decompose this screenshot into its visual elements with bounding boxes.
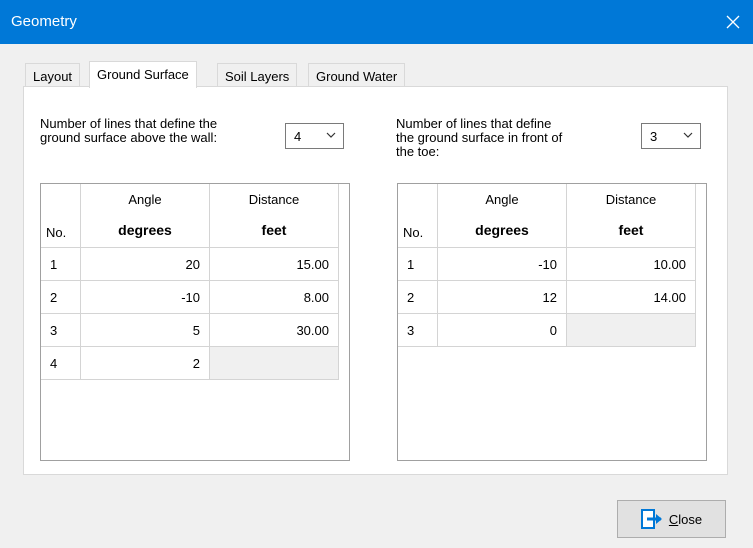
table-row-no: 2: [398, 281, 438, 314]
table-row-no: 1: [398, 248, 438, 281]
window-close-button[interactable]: [713, 0, 753, 44]
header-no-label: No.: [403, 225, 424, 240]
header-distance-label: Distance: [605, 192, 657, 207]
chevron-down-icon: [326, 132, 336, 138]
close-button[interactable]: Close: [617, 500, 726, 538]
right-count-value: 3: [650, 129, 658, 144]
header-distance-unit: feet: [261, 222, 287, 238]
header-angle-unit: degrees: [475, 222, 529, 238]
grid-header-angle: Angle degrees: [81, 184, 210, 248]
header-angle-label: Angle: [128, 192, 162, 207]
distance-cell[interactable]: 15.00: [210, 248, 339, 281]
distance-cell[interactable]: 10.00: [567, 248, 696, 281]
table-row-no: 1: [41, 248, 81, 281]
left-grid[interactable]: No. Angle degrees Distance feet 1 20 15.…: [40, 183, 350, 461]
left-count-label: Number of lines that define the ground s…: [40, 117, 217, 145]
distance-cell-disabled: [567, 314, 696, 347]
angle-cell[interactable]: 12: [438, 281, 567, 314]
tab-soil-layers[interactable]: Soil Layers: [217, 63, 298, 87]
right-grid[interactable]: No. Angle degrees Distance feet 1 -10 10…: [397, 183, 707, 461]
tab-ground-water[interactable]: Ground Water: [308, 63, 406, 87]
grid-header-distance: Distance feet: [567, 184, 696, 248]
left-count-value: 4: [294, 129, 302, 144]
angle-cell[interactable]: 0: [438, 314, 567, 347]
window-title: Geometry: [11, 13, 77, 30]
header-angle-label: Angle: [485, 192, 519, 207]
right-count-label-line2: the ground surface in front of: [396, 130, 563, 145]
table-row-no: 3: [41, 314, 81, 347]
grid-header-distance: Distance feet: [210, 184, 339, 248]
header-angle-unit: degrees: [118, 222, 172, 238]
grid-header-angle: Angle degrees: [438, 184, 567, 248]
right-count-label-line1: Number of lines that define: [396, 116, 552, 131]
tab-layout[interactable]: Layout: [25, 63, 81, 87]
table-row-no: 3: [398, 314, 438, 347]
close-button-label: Close: [669, 512, 702, 527]
angle-cell[interactable]: -10: [438, 248, 567, 281]
angle-cell[interactable]: -10: [81, 281, 210, 314]
angle-cell[interactable]: 20: [81, 248, 210, 281]
grid-header-no: No.: [398, 184, 438, 248]
table-row-no: 2: [41, 281, 81, 314]
left-count-label-line2: ground surface above the wall:: [40, 130, 218, 145]
title-bar: Geometry: [0, 0, 753, 44]
distance-cell-disabled: [210, 347, 339, 380]
angle-cell[interactable]: 2: [81, 347, 210, 380]
chevron-down-icon: [683, 132, 693, 138]
exit-icon: [640, 509, 662, 529]
distance-cell[interactable]: 14.00: [567, 281, 696, 314]
tab-ground-surface[interactable]: Ground Surface: [89, 61, 197, 88]
angle-cell[interactable]: 5: [81, 314, 210, 347]
header-distance-label: Distance: [248, 192, 300, 207]
close-button-label-rest: lose: [678, 511, 703, 527]
left-count-label-line1: Number of lines that define the: [40, 116, 218, 131]
header-distance-unit: feet: [618, 222, 644, 238]
distance-cell[interactable]: 8.00: [210, 281, 339, 314]
table-row-no: 4: [41, 347, 81, 380]
right-count-label-line3: the toe:: [396, 144, 440, 159]
right-count-label: Number of lines that define the ground s…: [396, 117, 562, 159]
distance-cell[interactable]: 30.00: [210, 314, 339, 347]
header-no-label: No.: [46, 225, 67, 240]
left-count-select[interactable]: 4: [285, 123, 344, 149]
close-icon: [726, 15, 740, 29]
right-count-select[interactable]: 3: [641, 123, 701, 149]
close-button-mnemonic: C: [668, 511, 679, 527]
grid-header-no: No.: [41, 184, 81, 248]
